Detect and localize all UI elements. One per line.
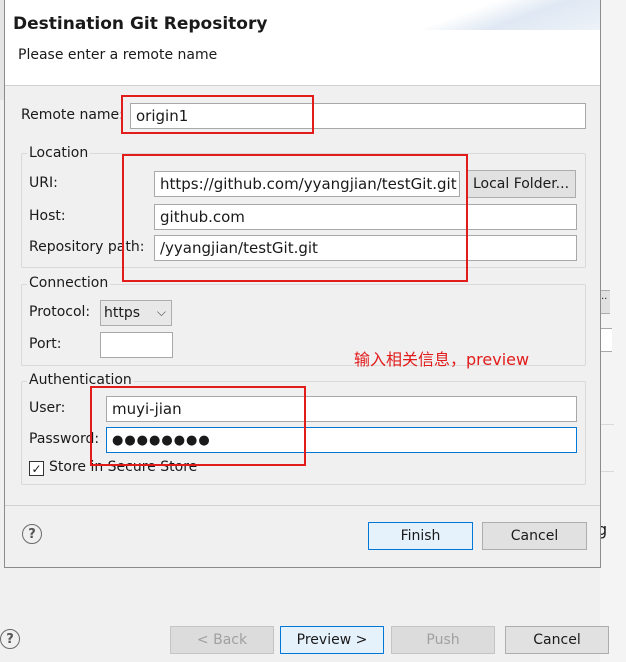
local-folder-button[interactable]: Local Folder...	[466, 170, 576, 198]
uri-label: URI:	[29, 175, 58, 191]
store-secure-label: Store in Secure Store	[49, 459, 198, 475]
host-input[interactable]: github.com	[154, 204, 577, 230]
store-secure-checkbox[interactable]: ✓	[29, 461, 44, 476]
location-group-title: Location	[27, 145, 91, 161]
port-input[interactable]	[100, 332, 173, 358]
connection-group-title: Connection	[27, 275, 111, 291]
chevron-down-icon: ⌵	[156, 305, 166, 319]
user-label: User:	[29, 400, 66, 416]
repository-path-label: Repository path:	[29, 239, 145, 255]
remote-name-input[interactable]: origin1	[130, 103, 586, 129]
remote-name-label: Remote name:	[21, 107, 124, 123]
protocol-label: Protocol:	[29, 304, 91, 320]
dialog-title: Destination Git Repository	[13, 14, 268, 34]
push-button[interactable]: Push	[391, 626, 495, 654]
user-input[interactable]: muyi-jian	[106, 396, 577, 422]
help-icon[interactable]: ?	[22, 524, 42, 544]
annotation-text: 输入相关信息，preview	[354, 350, 530, 369]
background-button-fragment: ..	[600, 290, 610, 314]
header-banner-graphic	[400, 0, 600, 30]
background-window: .. g	[597, 0, 626, 662]
dialog-header: Destination Git Repository Please enter …	[5, 0, 600, 86]
preview-button[interactable]: Preview >	[280, 626, 384, 654]
password-label: Password:	[29, 431, 100, 447]
background-cancel-button[interactable]: Cancel	[505, 626, 609, 654]
finish-button[interactable]: Finish	[368, 522, 473, 550]
dialog-subtitle: Please enter a remote name	[18, 47, 218, 63]
footer-separator	[5, 505, 600, 506]
cancel-button[interactable]: Cancel	[482, 522, 587, 550]
background-field-fragment	[600, 328, 612, 352]
host-label: Host:	[29, 208, 66, 224]
back-button[interactable]: < Back	[170, 626, 274, 654]
background-group-fragment	[600, 424, 614, 472]
repository-path-input[interactable]: /yyangjian/testGit.git	[154, 235, 577, 261]
authentication-group-title: Authentication	[27, 372, 134, 388]
password-input[interactable]: ●●●●●●●●	[106, 427, 577, 453]
uri-input[interactable]: https://github.com/yyangjian/testGit.git	[154, 171, 460, 197]
destination-git-repository-dialog: Destination Git Repository Please enter …	[4, 0, 601, 568]
port-label: Port:	[29, 336, 62, 352]
protocol-selected-value: https	[104, 305, 141, 321]
protocol-select[interactable]: https ⌵	[100, 300, 172, 326]
background-help-icon[interactable]: ?	[0, 629, 20, 649]
